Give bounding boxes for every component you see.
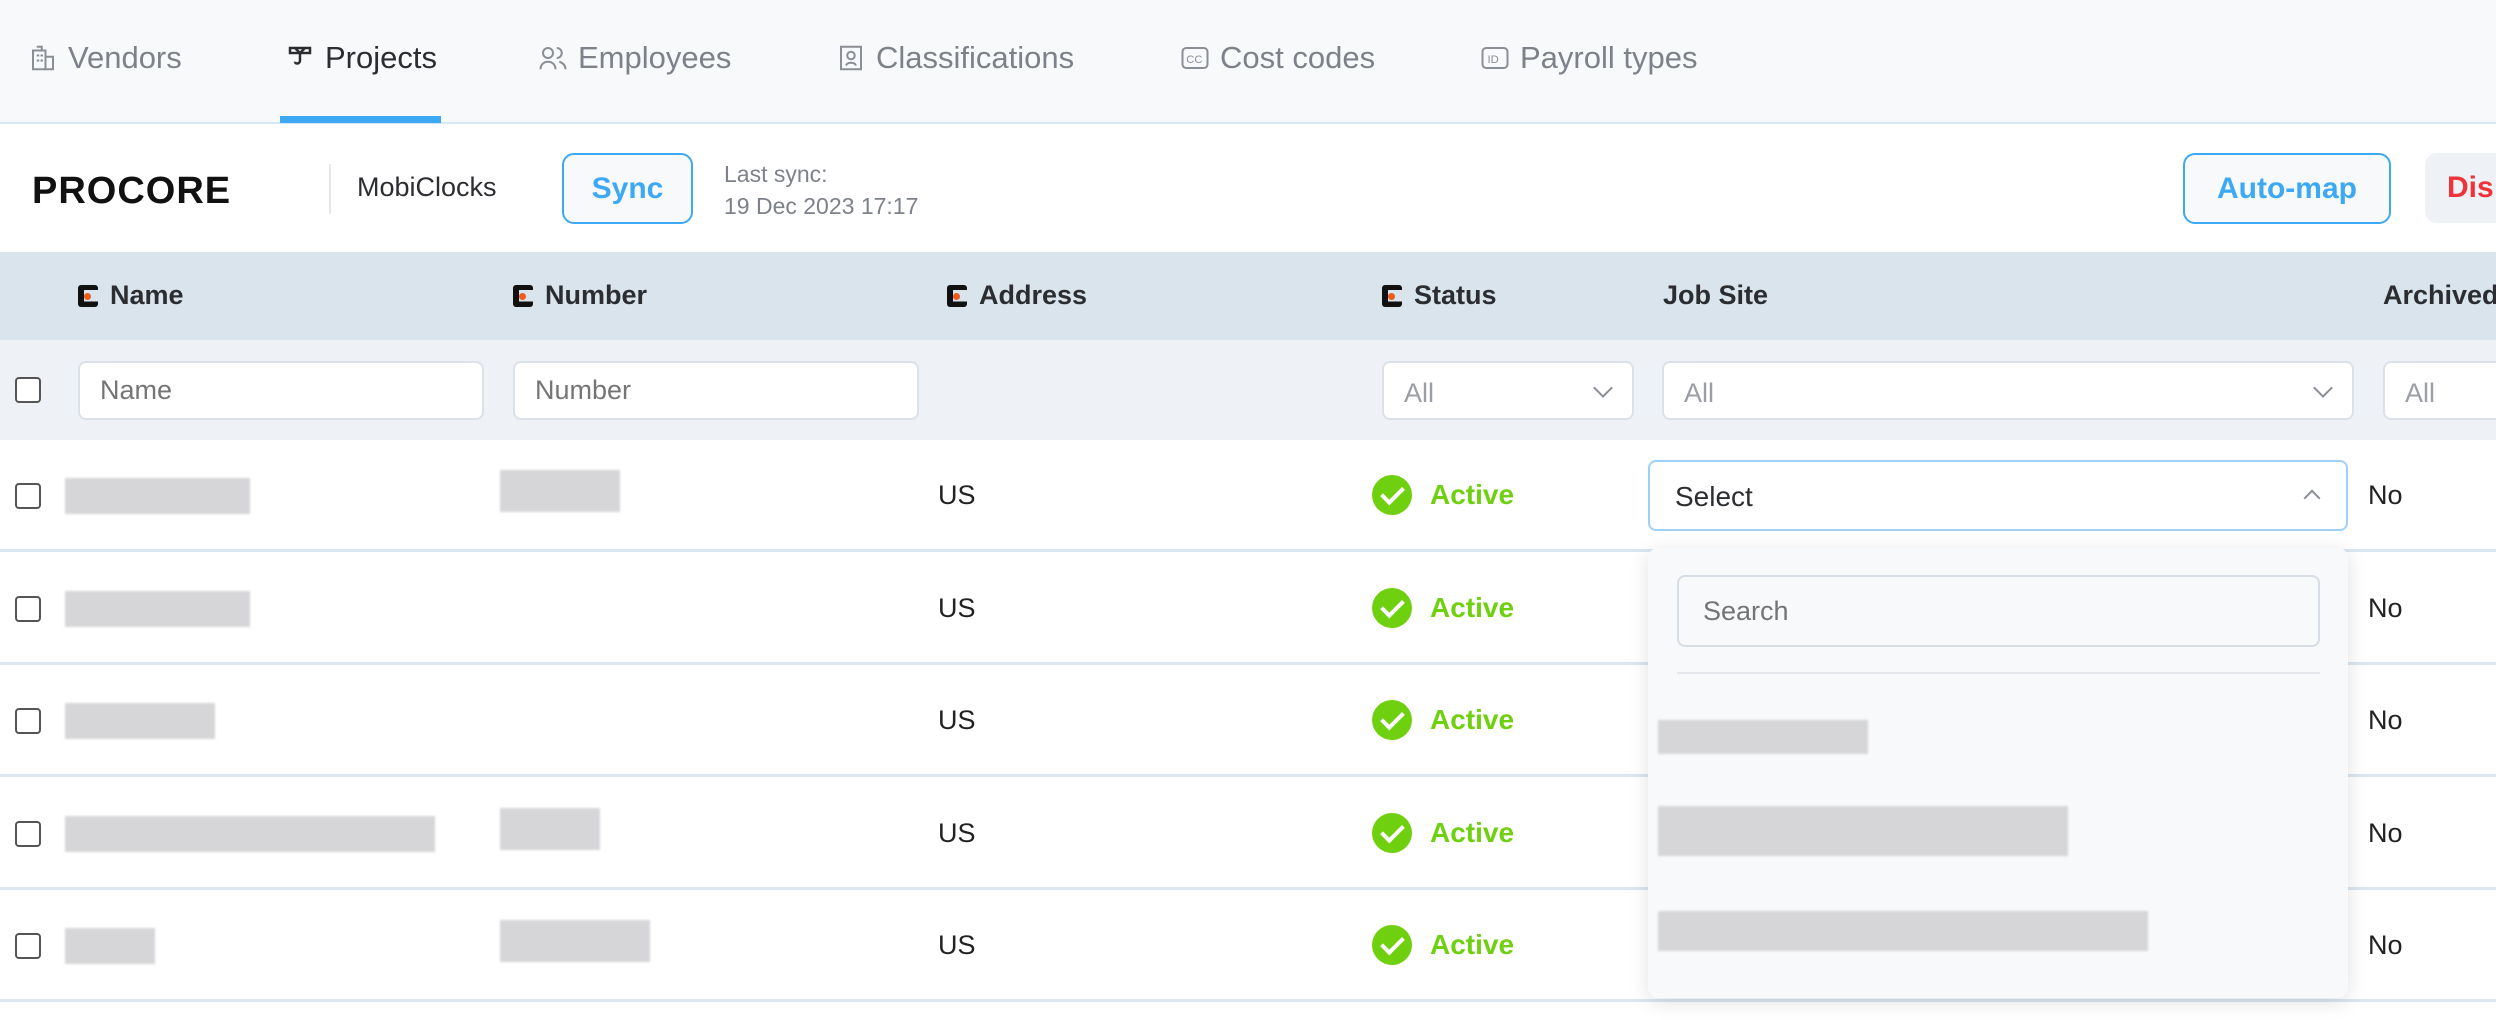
tab-cost-codes[interactable]: CC Cost codes xyxy=(1180,40,1375,76)
redacted-name xyxy=(65,703,215,739)
header-address[interactable]: Address xyxy=(947,280,1087,311)
header-status[interactable]: Status xyxy=(1382,280,1497,311)
redacted-number xyxy=(500,807,600,850)
check-circle-icon xyxy=(1372,587,1412,628)
procore-icon xyxy=(947,284,967,307)
select-all-checkbox[interactable] xyxy=(15,377,41,403)
archived-cell: No xyxy=(2368,817,2403,848)
status-filter-select[interactable]: All xyxy=(1382,361,1634,420)
header-archived[interactable]: Archived xyxy=(2383,280,2496,311)
tab-projects[interactable]: Projects xyxy=(285,40,437,76)
last-sync-label: Last sync: xyxy=(724,161,828,187)
dropdown-option[interactable] xyxy=(1658,798,2258,858)
check-circle-icon xyxy=(1372,925,1412,965)
header-number[interactable]: Number xyxy=(513,280,647,311)
address-cell: US xyxy=(938,705,976,735)
address-cell: US xyxy=(938,817,976,848)
classification-icon xyxy=(840,45,862,71)
chevron-down-icon xyxy=(1593,378,1613,398)
redacted-number xyxy=(500,470,620,512)
chevron-down-icon xyxy=(2313,378,2333,398)
table-header xyxy=(0,252,2496,340)
procore-icon xyxy=(1382,284,1402,307)
status-badge: Active xyxy=(1372,700,1514,740)
redacted-name xyxy=(65,815,435,852)
procore-logo: PROCORE xyxy=(32,170,232,212)
svg-text:ID: ID xyxy=(1488,54,1499,66)
row-checkbox[interactable] xyxy=(15,820,41,847)
job-site-filter-select[interactable]: All xyxy=(1662,361,2354,420)
dropdown-option[interactable] xyxy=(1658,903,2258,963)
redacted-text xyxy=(1658,806,2068,856)
address-cell: US xyxy=(938,480,976,510)
app-name: MobiClocks xyxy=(357,172,497,202)
auto-map-button[interactable]: Auto-map xyxy=(2183,153,2391,224)
tab-vendors[interactable]: Vendors xyxy=(28,40,182,76)
check-circle-icon xyxy=(1372,812,1412,853)
redacted-text xyxy=(1658,911,2148,951)
status-badge: Active xyxy=(1372,475,1514,515)
archived-filter-select[interactable]: All xyxy=(2383,361,2496,420)
name-filter-input[interactable] xyxy=(78,361,484,420)
cc-icon: CC xyxy=(1181,47,1209,69)
last-sync: Last sync: 19 Dec 2023 17:17 xyxy=(724,158,918,222)
active-tab-indicator xyxy=(280,116,441,123)
job-site-select[interactable]: Select xyxy=(1648,460,2348,531)
header-name[interactable]: Name xyxy=(78,280,184,311)
divider xyxy=(329,164,331,214)
svg-text:CC: CC xyxy=(1186,54,1202,66)
status-badge: Active xyxy=(1372,812,1514,853)
status-badge: Active xyxy=(1372,925,1514,965)
status-badge: Active xyxy=(1372,587,1514,628)
row-checkbox[interactable] xyxy=(15,483,41,509)
archived-cell: No xyxy=(2368,705,2403,735)
id-icon: ID xyxy=(1481,47,1509,69)
row-checkbox[interactable] xyxy=(15,933,41,959)
row-checkbox[interactable] xyxy=(15,708,41,734)
address-cell: US xyxy=(938,592,976,623)
disconnect-button[interactable]: Dis xyxy=(2425,153,2496,223)
users-icon xyxy=(539,47,567,70)
chevron-up-icon xyxy=(2303,489,2321,507)
dropdown-search-input[interactable] xyxy=(1677,575,2320,647)
crane-icon xyxy=(288,46,312,65)
redacted-text xyxy=(1658,720,1868,754)
tab-employees[interactable]: Employees xyxy=(538,40,731,76)
tab-bar: Vendors Projects Employees Classificatio… xyxy=(0,0,2496,124)
address-cell: US xyxy=(938,930,976,960)
dropdown-option[interactable] xyxy=(1658,708,2258,768)
procore-icon xyxy=(78,284,98,307)
redacted-number xyxy=(500,920,650,962)
check-circle-icon xyxy=(1372,475,1412,515)
redacted-name xyxy=(65,928,155,964)
number-filter-input[interactable] xyxy=(513,361,919,420)
divider xyxy=(1677,672,2320,674)
row-checkbox[interactable] xyxy=(15,595,41,622)
sync-button[interactable]: Sync xyxy=(562,153,693,224)
job-site-dropdown xyxy=(1648,548,2348,998)
archived-cell: No xyxy=(2368,480,2403,510)
tab-classifications[interactable]: Classifications xyxy=(836,40,1074,76)
header-job-site[interactable]: Job Site xyxy=(1663,280,1768,311)
archived-cell: No xyxy=(2368,592,2403,623)
check-circle-icon xyxy=(1372,700,1412,740)
archived-cell: No xyxy=(2368,930,2403,960)
redacted-name xyxy=(65,590,250,627)
building-icon xyxy=(32,45,54,71)
last-sync-value: 19 Dec 2023 17:17 xyxy=(724,193,919,219)
procore-icon xyxy=(513,284,533,307)
tab-payroll-types[interactable]: ID Payroll types xyxy=(1480,40,1697,76)
redacted-name xyxy=(65,478,250,514)
